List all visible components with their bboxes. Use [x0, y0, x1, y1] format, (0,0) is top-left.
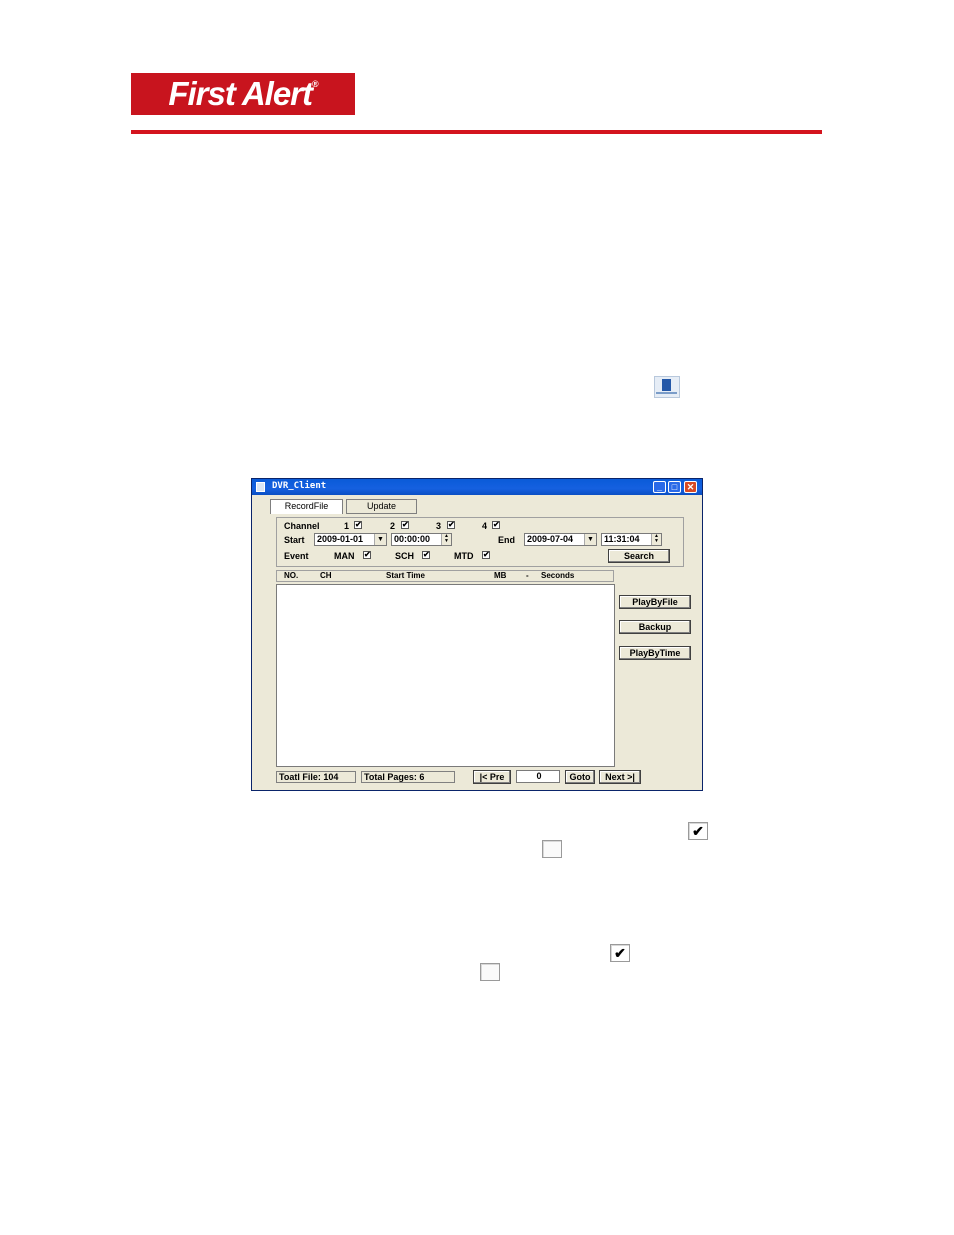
window-title: DVR_Client — [272, 481, 327, 491]
dvr-client-window: DVR_Client _ □ ✕ RecordFile Update Chann… — [251, 478, 703, 791]
tab-update[interactable]: Update — [346, 499, 417, 514]
start-time-input[interactable]: 00:00:00 ▲ ▼ — [391, 533, 452, 546]
maximize-button[interactable]: □ — [668, 481, 681, 493]
event-sch-checkbox[interactable]: ✔ — [422, 551, 430, 559]
backup-button[interactable]: Backup — [619, 620, 691, 634]
first-alert-logo: First Alert® — [131, 73, 355, 115]
prev-page-button[interactable]: |< Pre — [473, 770, 511, 784]
total-files-status: Toatl File: 104 — [276, 771, 356, 783]
end-time-input[interactable]: 11:31:04 ▲ ▼ — [601, 533, 662, 546]
channel-2-checkbox[interactable]: ✔ — [401, 521, 409, 529]
channel-3-checkbox[interactable]: ✔ — [447, 521, 455, 529]
search-button[interactable]: Search — [608, 549, 670, 563]
tab-recordfile[interactable]: RecordFile — [270, 499, 343, 514]
end-label: End — [498, 535, 515, 545]
event-mtd-checkbox[interactable]: ✔ — [482, 551, 490, 559]
dvr-client-icon[interactable] — [654, 376, 680, 398]
header-rule — [131, 130, 822, 134]
play-by-time-button[interactable]: PlayByTime — [619, 646, 691, 660]
event-label: Event — [284, 551, 309, 561]
play-by-file-button[interactable]: PlayByFile — [619, 595, 691, 609]
channel-3-label: 3 — [436, 521, 442, 531]
minimize-button[interactable]: _ — [653, 481, 666, 493]
record-file-list[interactable] — [276, 584, 615, 767]
col-ch[interactable]: CH — [320, 571, 332, 581]
col-start-time[interactable]: Start Time — [386, 571, 425, 581]
event-mtd-label: MTD — [454, 551, 474, 561]
col-seconds[interactable]: Seconds — [541, 571, 574, 581]
col-dash: - — [526, 571, 529, 580]
start-label: Start — [284, 535, 305, 545]
event-sch-label: SCH — [395, 551, 415, 561]
total-pages-status: Total Pages: 6 — [361, 771, 455, 783]
channel-4-checkbox[interactable]: ✔ — [492, 521, 500, 529]
unchecked-checkbox-icon — [542, 840, 562, 858]
results-header: NO. CH Start Time MB - Seconds — [276, 570, 614, 582]
title-bar[interactable]: DVR_Client _ □ ✕ — [252, 479, 702, 495]
channel-4-label: 4 — [482, 521, 488, 531]
channel-2-label: 2 — [390, 521, 396, 531]
next-page-button[interactable]: Next >| — [599, 770, 641, 784]
channel-1-checkbox[interactable]: ✔ — [354, 521, 362, 529]
end-date-select[interactable]: 2009-07-04 ▼ — [524, 533, 597, 546]
col-mb[interactable]: MB — [494, 571, 506, 581]
checked-checkbox-icon-2: ✔ — [610, 944, 630, 962]
window-app-icon — [256, 482, 265, 492]
channel-label: Channel — [284, 521, 320, 531]
unchecked-checkbox-icon-2 — [480, 963, 500, 981]
page-number-input[interactable]: 0 — [516, 770, 560, 783]
close-button[interactable]: ✕ — [684, 481, 697, 493]
event-man-checkbox[interactable]: ✔ — [363, 551, 371, 559]
goto-button[interactable]: Goto — [565, 770, 595, 784]
event-man-label: MAN — [334, 551, 355, 561]
channel-1-label: 1 — [344, 521, 350, 531]
col-no[interactable]: NO. — [284, 571, 298, 581]
start-date-select[interactable]: 2009-01-01 ▼ — [314, 533, 387, 546]
checked-checkbox-icon: ✔ — [688, 822, 708, 840]
